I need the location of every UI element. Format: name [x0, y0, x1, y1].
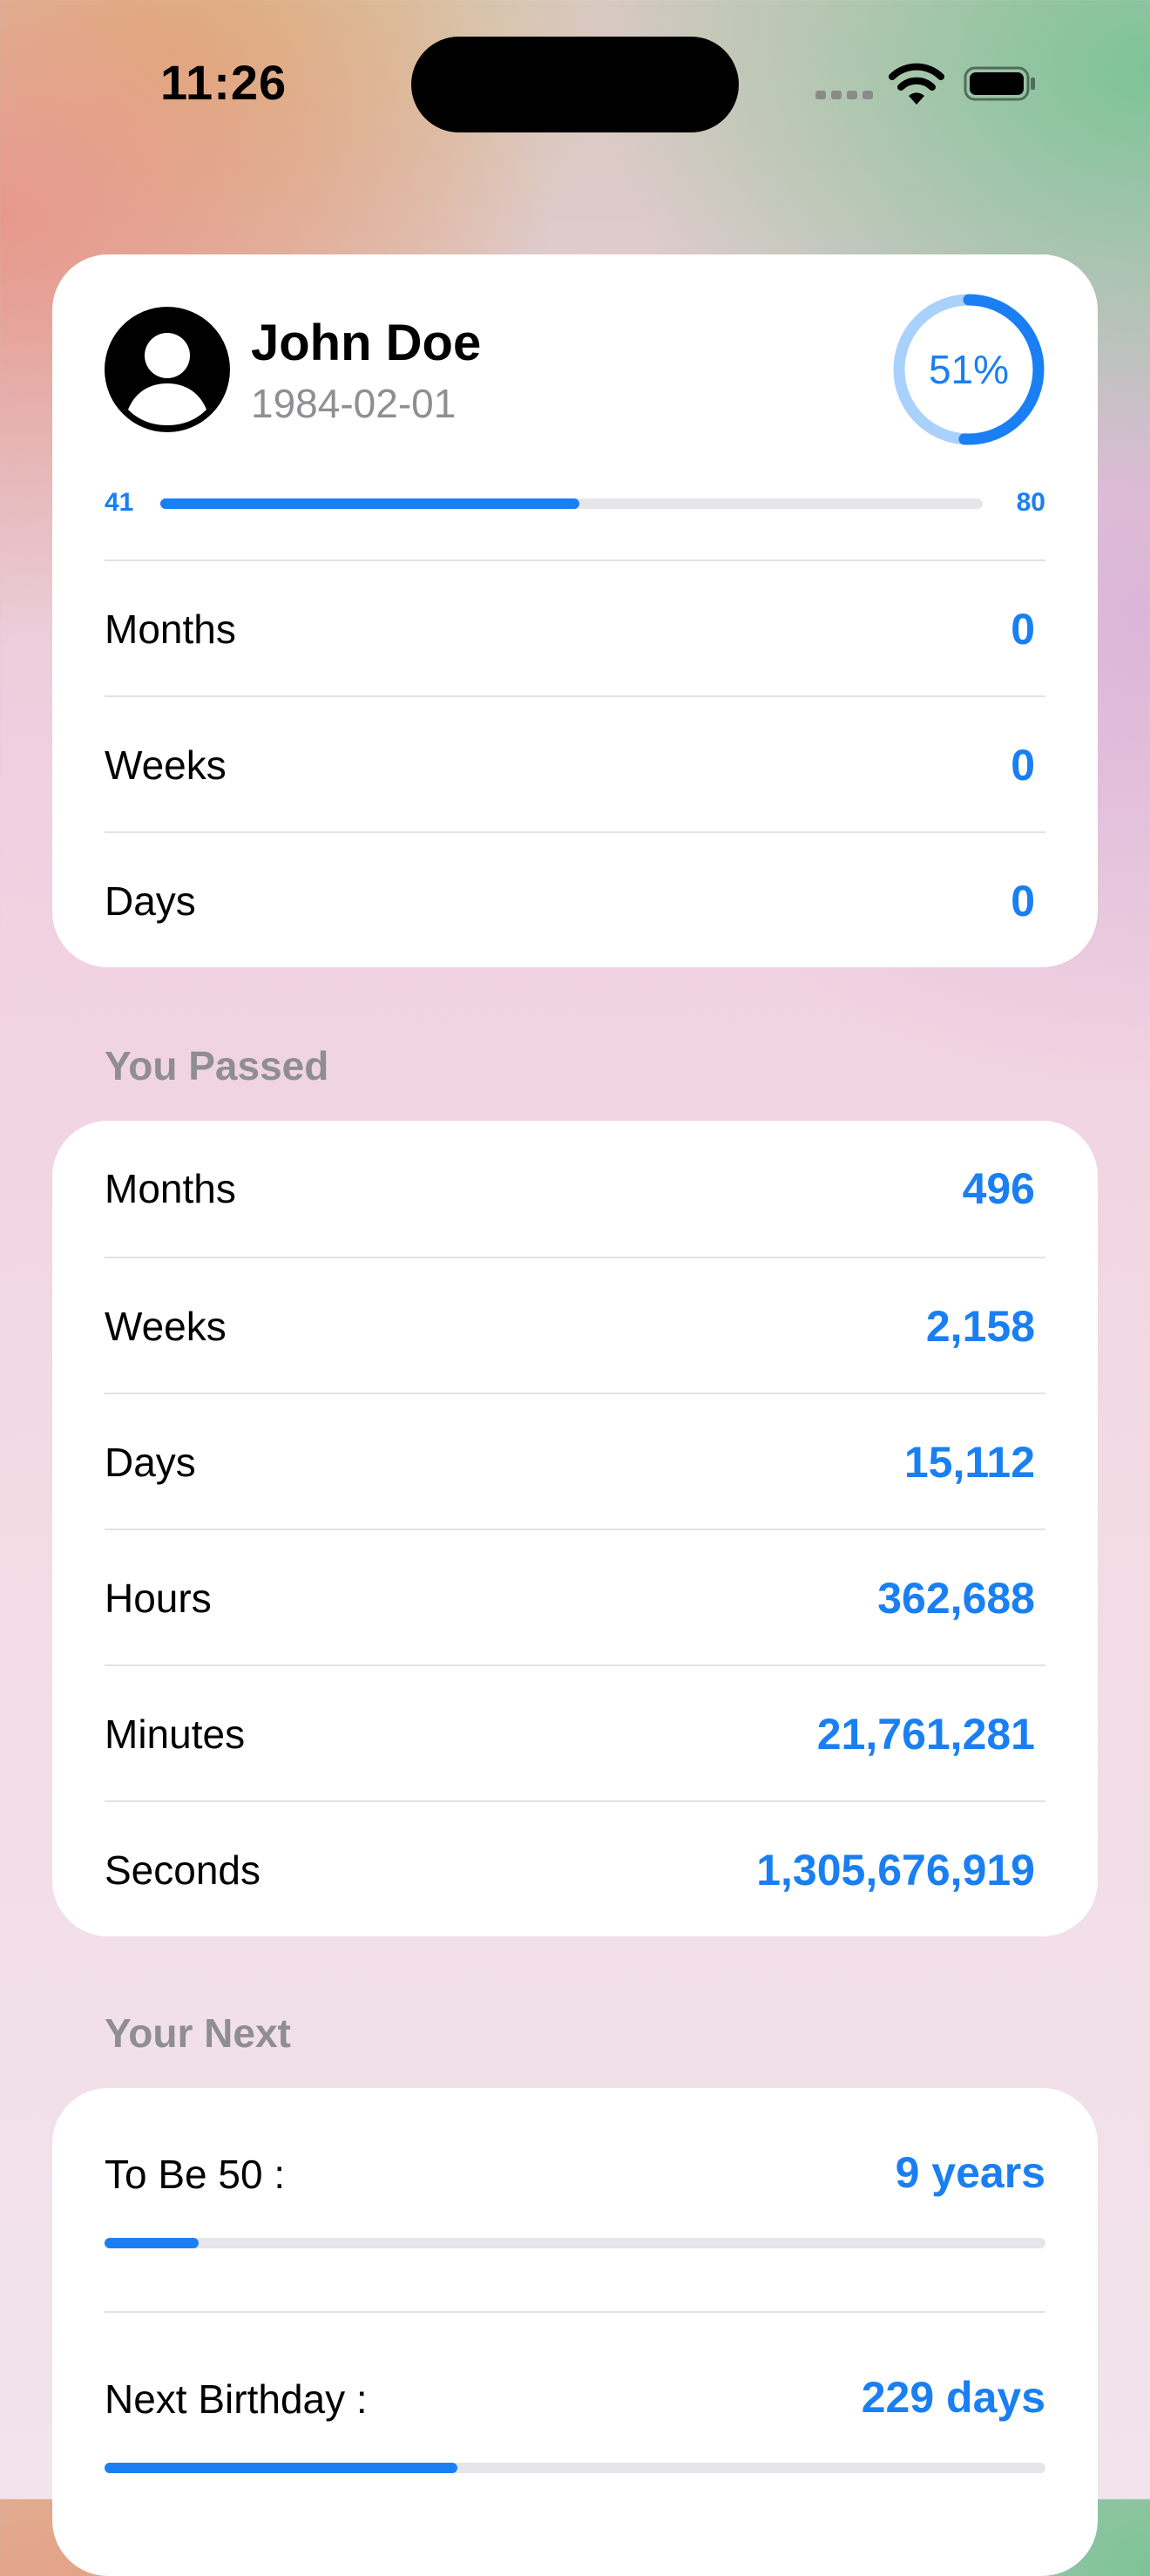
milestone-progress-fill	[105, 2238, 199, 2248]
row-label: Months	[105, 607, 236, 652]
passed-hours-row: Hours 362,688	[105, 1529, 1045, 1666]
row-label: Seconds	[105, 1847, 261, 1893]
row-value: 1,305,676,919	[756, 1846, 1035, 1895]
you-passed-title: You Passed	[105, 1043, 329, 1088]
row-value: 2,158	[925, 1302, 1035, 1351]
passed-months-row: Months 496	[105, 1121, 1045, 1257]
wifi-icon	[889, 63, 944, 105]
milestone-value: 9 years	[895, 2148, 1045, 2197]
row-label: Months	[105, 1166, 236, 1211]
row-label: Days	[105, 878, 196, 924]
row-value: 0	[1011, 741, 1035, 790]
passed-minutes-row: Minutes 21,761,281	[105, 1664, 1045, 1802]
remaining-months-row: Months 0	[105, 559, 1045, 697]
cellular-signal-icon	[815, 91, 873, 99]
life-percent-label: 51%	[928, 347, 1010, 392]
passed-days-row: Days 15,112	[105, 1393, 1045, 1530]
birth-date: 1984-02-01	[251, 381, 457, 426]
row-value: 21,761,281	[816, 1710, 1035, 1759]
next-birthday-value: 229 days	[861, 2373, 1045, 2422]
row-label: Minutes	[105, 1712, 246, 1757]
row-value: 362,688	[877, 1574, 1035, 1623]
avatar-icon	[105, 307, 230, 432]
your-next-title: Your Next	[105, 2010, 291, 2056]
dynamic-island	[411, 37, 739, 132]
user-name: John Doe	[251, 315, 482, 371]
current-age-label: 41	[105, 488, 134, 517]
next-birthday-progress-bar	[105, 2463, 1045, 2473]
next-birthday-label: Next Birthday :	[105, 2376, 368, 2422]
milestone-progress-bar	[105, 2238, 1045, 2248]
your-next-card: To Be 50 : 9 years Next Birthday : 229 d…	[52, 2088, 1098, 2576]
next-birthday-progress-fill	[105, 2463, 457, 2473]
age-progress-bar	[160, 498, 983, 509]
remaining-days-row: Days 0	[105, 831, 1045, 969]
row-value: 15,112	[903, 1438, 1035, 1487]
row-label: Weeks	[105, 1304, 227, 1349]
battery-icon	[964, 66, 1035, 101]
passed-weeks-row: Weeks 2,158	[105, 1257, 1045, 1394]
divider	[105, 2311, 1045, 2313]
row-value: 0	[1011, 605, 1035, 654]
status-time: 11:26	[160, 55, 288, 110]
row-label: Days	[105, 1440, 196, 1485]
you-passed-card: Months 496 Weeks 2,158 Days 15,112 Hours…	[52, 1121, 1098, 1936]
row-value: 0	[1011, 877, 1035, 925]
profile-card: John Doe 1984-02-01 51% 41 80 Months 0 W…	[52, 254, 1098, 967]
row-label: Weeks	[105, 742, 227, 788]
passed-seconds-row: Seconds 1,305,676,919	[105, 1800, 1045, 1938]
milestone-label: To Be 50 :	[105, 2152, 286, 2197]
life-expectancy-label: 80	[1016, 488, 1045, 517]
row-value: 496	[962, 1164, 1035, 1213]
age-progress-fill	[160, 498, 580, 509]
remaining-weeks-row: Weeks 0	[105, 695, 1045, 833]
row-label: Hours	[105, 1576, 212, 1621]
